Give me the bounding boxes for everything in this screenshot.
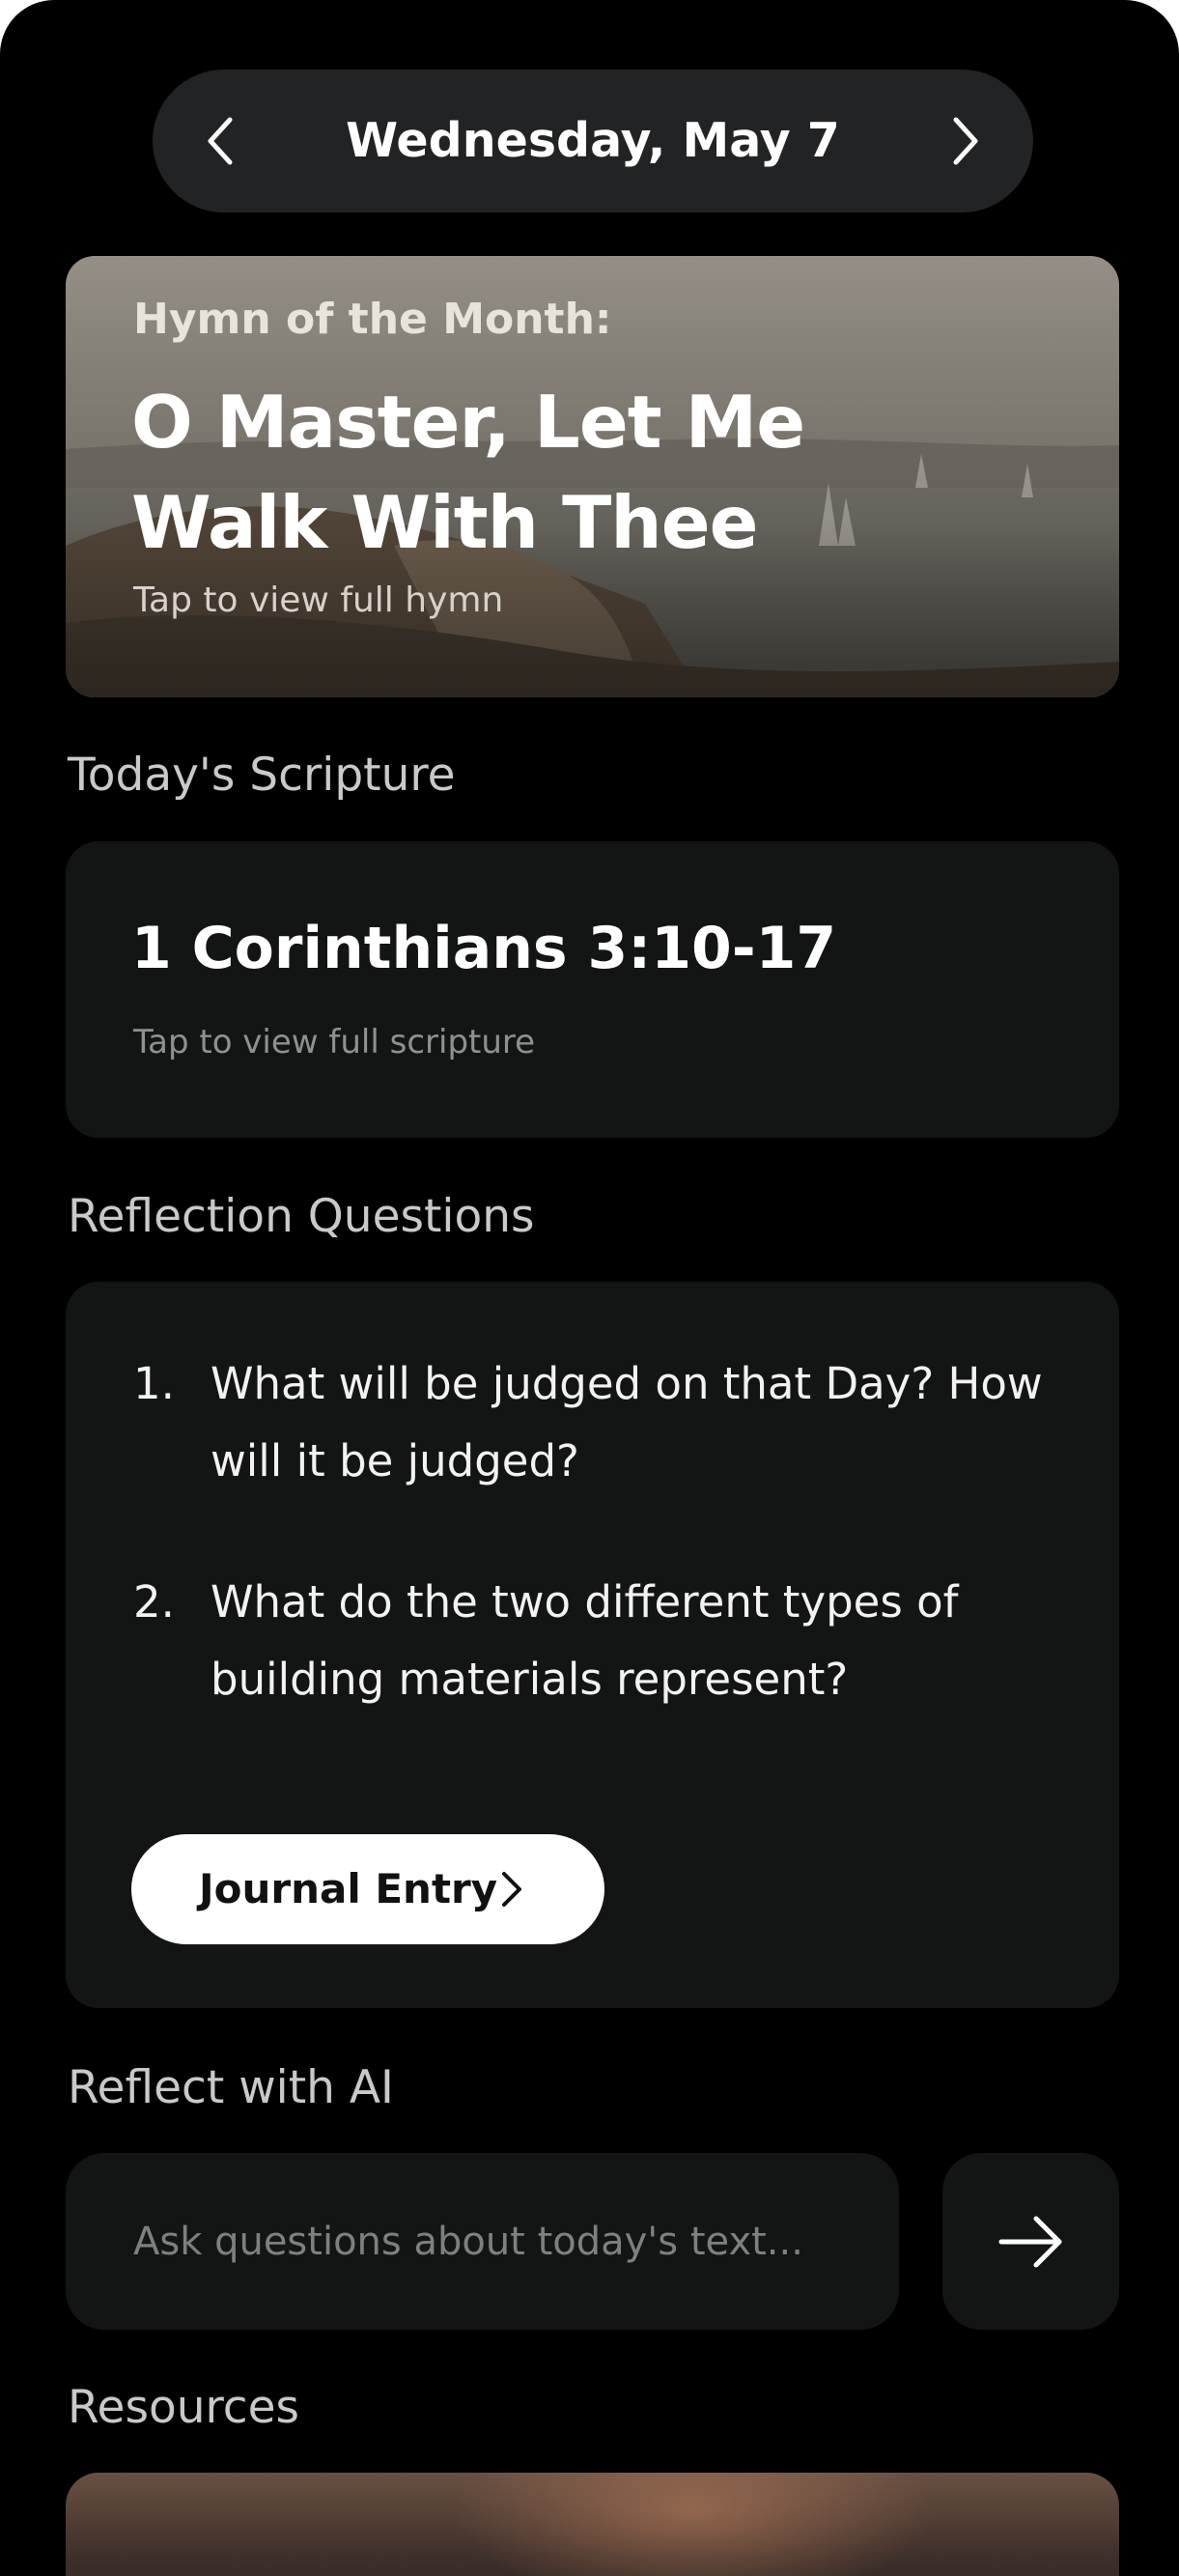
reflection-questions-card: 1. What will be judged on that Day? How … — [66, 1282, 1119, 2008]
scripture-hint: Tap to view full scripture — [133, 1023, 536, 1062]
journal-entry-label: Journal Entry — [199, 1865, 498, 1912]
ai-send-button[interactable] — [942, 2153, 1119, 2330]
ai-question-input[interactable] — [66, 2153, 899, 2330]
arrow-right-icon — [998, 2216, 1061, 2267]
resource-image — [452, 2473, 935, 2576]
scripture-card[interactable]: 1 Corinthians 3:10-17 Tap to view full s… — [66, 841, 1119, 1138]
hymn-hint: Tap to view full hymn — [133, 580, 504, 620]
date-navigator: Wednesday, May 7 — [153, 70, 1033, 212]
chevron-right-icon — [502, 1872, 521, 1907]
app-screen: Wednesday, May 7 Hymn of the Month: O Ma… — [0, 0, 1179, 2576]
chevron-right-icon — [953, 117, 978, 165]
journal-entry-button[interactable]: Journal Entry — [131, 1834, 604, 1944]
scripture-reference: 1 Corinthians 3:10-17 — [131, 915, 837, 982]
hymn-kicker: Hymn of the Month: — [133, 295, 612, 344]
next-day-button[interactable] — [927, 102, 1004, 180]
scripture-section-title: Today's Scripture — [68, 749, 456, 802]
question-text: What will be judged on that Day? How wil… — [211, 1358, 1043, 1486]
ai-section-title: Reflect with AI — [68, 2061, 394, 2114]
hymn-card[interactable]: Hymn of the Month: O Master, Let Me Walk… — [66, 256, 1119, 697]
question-number: 2. — [133, 1576, 175, 1628]
question-number: 1. — [133, 1358, 175, 1409]
reflection-section-title: Reflection Questions — [68, 1190, 535, 1243]
question-text: What do the two different types of build… — [211, 1576, 959, 1705]
resource-card[interactable] — [66, 2473, 1119, 2576]
current-date: Wednesday, May 7 — [346, 113, 840, 168]
resources-section-title: Resources — [68, 2381, 300, 2434]
ai-question-field — [66, 2153, 899, 2330]
hymn-title: O Master, Let Me Walk With Thee — [131, 380, 805, 565]
